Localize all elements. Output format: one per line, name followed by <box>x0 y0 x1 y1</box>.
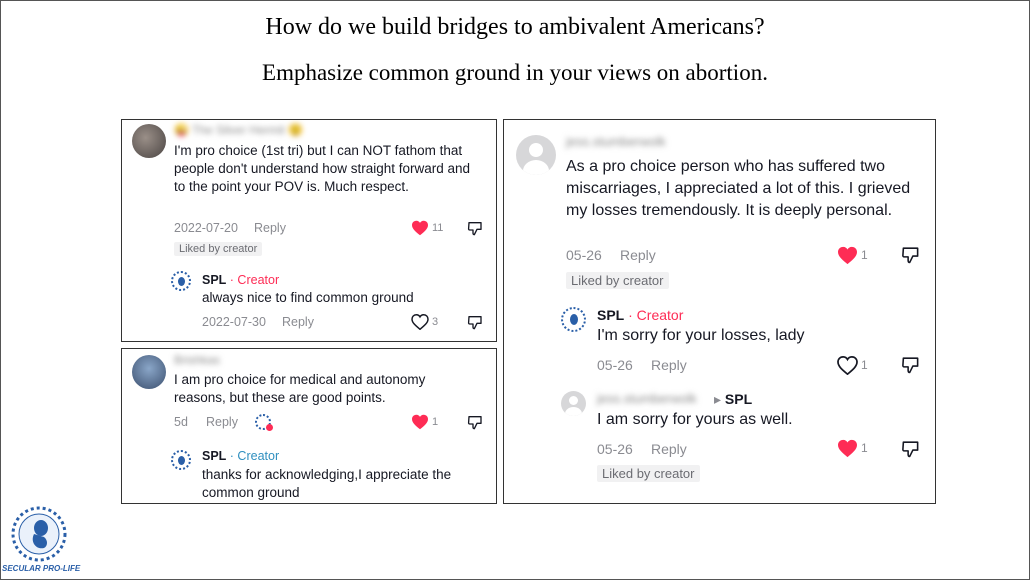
like-count: 1 <box>861 248 868 262</box>
reply-author[interactable]: SPL <box>597 307 624 323</box>
avatar-icon[interactable] <box>516 135 556 175</box>
avatar[interactable] <box>132 355 166 389</box>
dislike-icon[interactable] <box>467 314 483 330</box>
heart-outline-icon[interactable] <box>837 356 858 375</box>
comment-panel-3: jess.stumberwolk As a pro choice person … <box>503 119 936 504</box>
like-count: 1 <box>432 416 439 428</box>
creator-liked-icon <box>255 414 273 431</box>
dislike-icon[interactable] <box>901 245 920 264</box>
reply-button[interactable]: Reply <box>651 441 687 457</box>
dislike-icon[interactable] <box>901 355 920 374</box>
heart-icon[interactable] <box>837 246 858 265</box>
avatar[interactable] <box>132 124 166 158</box>
like-count: 11 <box>432 222 444 234</box>
reply-button[interactable]: Reply <box>651 357 687 373</box>
comment-username[interactable]: jess.stumberwolk <box>566 134 666 149</box>
reply-text: always nice to find common ground <box>202 290 414 305</box>
heart-icon[interactable] <box>411 220 429 236</box>
reply-to-author[interactable]: SPL <box>725 391 752 407</box>
reply-button[interactable]: Reply <box>254 221 286 235</box>
slide-subtitle: Emphasize common ground in your views on… <box>262 60 768 85</box>
dislike-icon[interactable] <box>901 439 920 458</box>
liked-by-creator-badge: Liked by creator <box>566 272 669 289</box>
spl-logo-icon[interactable] <box>171 450 191 470</box>
reply-date: 05-26 <box>597 441 633 457</box>
liked-by-creator-badge: Liked by creator <box>174 242 263 256</box>
reply-arrow-icon: ▸ <box>714 391 722 407</box>
comment-date: 5d <box>174 415 188 429</box>
spl-logo-icon[interactable] <box>561 307 586 332</box>
reply-button[interactable]: Reply <box>282 315 314 329</box>
logo-text: SECULAR PRO-LIFE <box>2 564 81 573</box>
comment-username[interactable]: Brishkas <box>174 353 220 367</box>
comment-date: 05-26 <box>566 247 602 263</box>
reply-date: 05-26 <box>597 357 633 373</box>
comment-text: I'm pro choice (1st tri) but I can NOT f… <box>174 143 471 194</box>
comment-date: 2022-07-20 <box>174 221 238 235</box>
like-count: 1 <box>861 358 868 372</box>
heart-icon[interactable] <box>837 439 858 458</box>
heart-outline-icon[interactable] <box>411 314 429 330</box>
reply-button[interactable]: Reply <box>620 247 656 263</box>
comment-text: As a pro choice person who has suffered … <box>566 158 911 219</box>
dislike-icon[interactable] <box>467 220 483 236</box>
comment-text: I am pro choice for medical and autonomy… <box>174 372 426 405</box>
like-count: 1 <box>861 441 868 455</box>
dislike-icon[interactable] <box>467 414 483 430</box>
secular-pro-life-logo <box>8 504 70 564</box>
reply-text: I'm sorry for your losses, lady <box>597 327 805 344</box>
avatar-icon[interactable] <box>561 391 586 416</box>
reply-author[interactable]: SPL <box>202 449 226 463</box>
creator-label: · Creator <box>628 307 684 323</box>
spl-logo-icon[interactable] <box>171 271 191 291</box>
reply-button[interactable]: Reply <box>206 415 238 429</box>
slide-title: How do we build bridges to ambivalent Am… <box>265 14 765 40</box>
reply-text: I am sorry for yours as well. <box>597 411 793 428</box>
comment-panel-2: Brishkas I am pro choice for medical and… <box>121 348 497 504</box>
creator-label: · Creator <box>229 273 280 287</box>
liked-by-creator-badge: Liked by creator <box>597 465 700 482</box>
reply-author[interactable]: SPL <box>202 273 226 287</box>
heart-icon[interactable] <box>411 414 429 430</box>
comment-username[interactable]: 😜 The Silver Hermit 😲 <box>174 123 303 137</box>
reply-date: 2022-07-30 <box>202 315 266 329</box>
comment-panel-1: 😜 The Silver Hermit 😲 I'm pro choice (1s… <box>121 119 497 342</box>
creator-label: · Creator <box>229 449 280 463</box>
reply-text: thanks for acknowledging,I appreciate th… <box>202 467 452 500</box>
reply-username[interactable]: jess.stumberwolk <box>597 391 697 406</box>
like-count: 3 <box>432 316 439 328</box>
